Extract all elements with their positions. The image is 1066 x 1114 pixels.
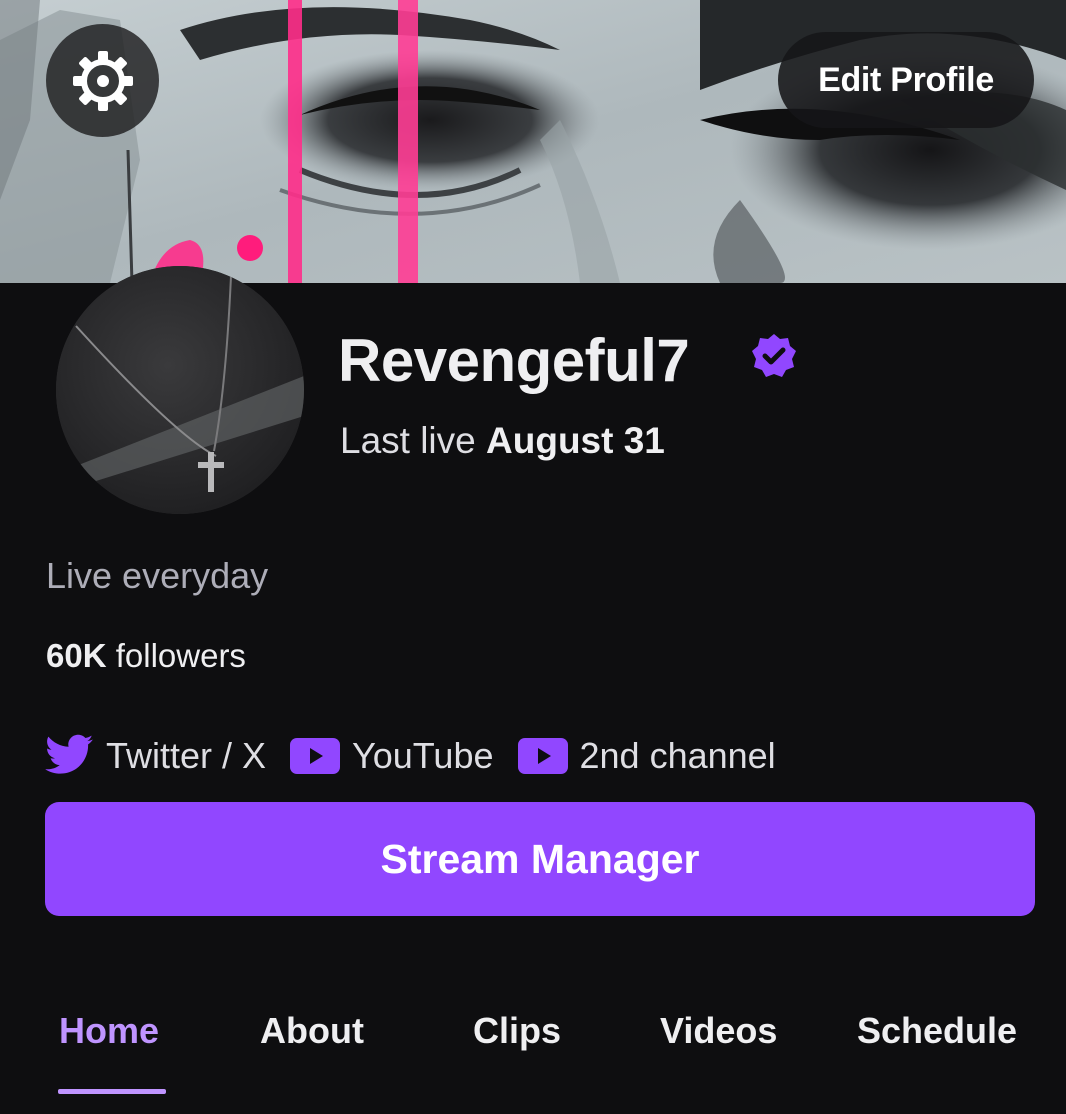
followers-number: 60K [46, 637, 107, 674]
channel-bio: Live everyday [46, 555, 269, 596]
gear-icon [72, 50, 133, 111]
followers-label: followers [115, 637, 246, 674]
link-label: YouTube [352, 735, 494, 776]
last-live-text: Last live August 31 [340, 420, 665, 462]
social-links: Twitter / X YouTube 2nd channel [44, 728, 800, 784]
avatar[interactable] [56, 266, 304, 514]
link-youtube[interactable]: YouTube [290, 735, 494, 777]
youtube-icon [517, 738, 568, 774]
active-tab-indicator [58, 1089, 166, 1094]
link-twitter[interactable]: Twitter / X [44, 734, 266, 778]
edit-profile-button[interactable]: Edit Profile [778, 32, 1034, 128]
tab-clips[interactable]: Clips [473, 1010, 561, 1052]
verified-badge-icon [752, 334, 796, 377]
channel-tabs: Home About Clips Videos Schedule [0, 1000, 1066, 1114]
followers-count: 60K followers [46, 637, 246, 675]
tab-schedule[interactable]: Schedule [857, 1010, 1017, 1052]
tab-home[interactable]: Home [59, 1010, 159, 1052]
link-label: 2nd channel [579, 735, 776, 776]
link-2nd-channel[interactable]: 2nd channel [517, 735, 776, 777]
settings-button[interactable] [46, 24, 159, 137]
link-label: Twitter / X [106, 735, 267, 776]
last-live-prefix: Last live [340, 420, 476, 461]
youtube-icon [290, 738, 341, 774]
channel-name: Revengeful7 [338, 326, 690, 394]
tab-videos[interactable]: Videos [660, 1010, 777, 1052]
last-live-date: August 31 [486, 420, 665, 461]
avatar-image [56, 266, 304, 514]
tab-about[interactable]: About [260, 1010, 364, 1052]
stream-manager-button[interactable]: Stream Manager [45, 802, 1035, 916]
twitter-icon [45, 734, 93, 774]
